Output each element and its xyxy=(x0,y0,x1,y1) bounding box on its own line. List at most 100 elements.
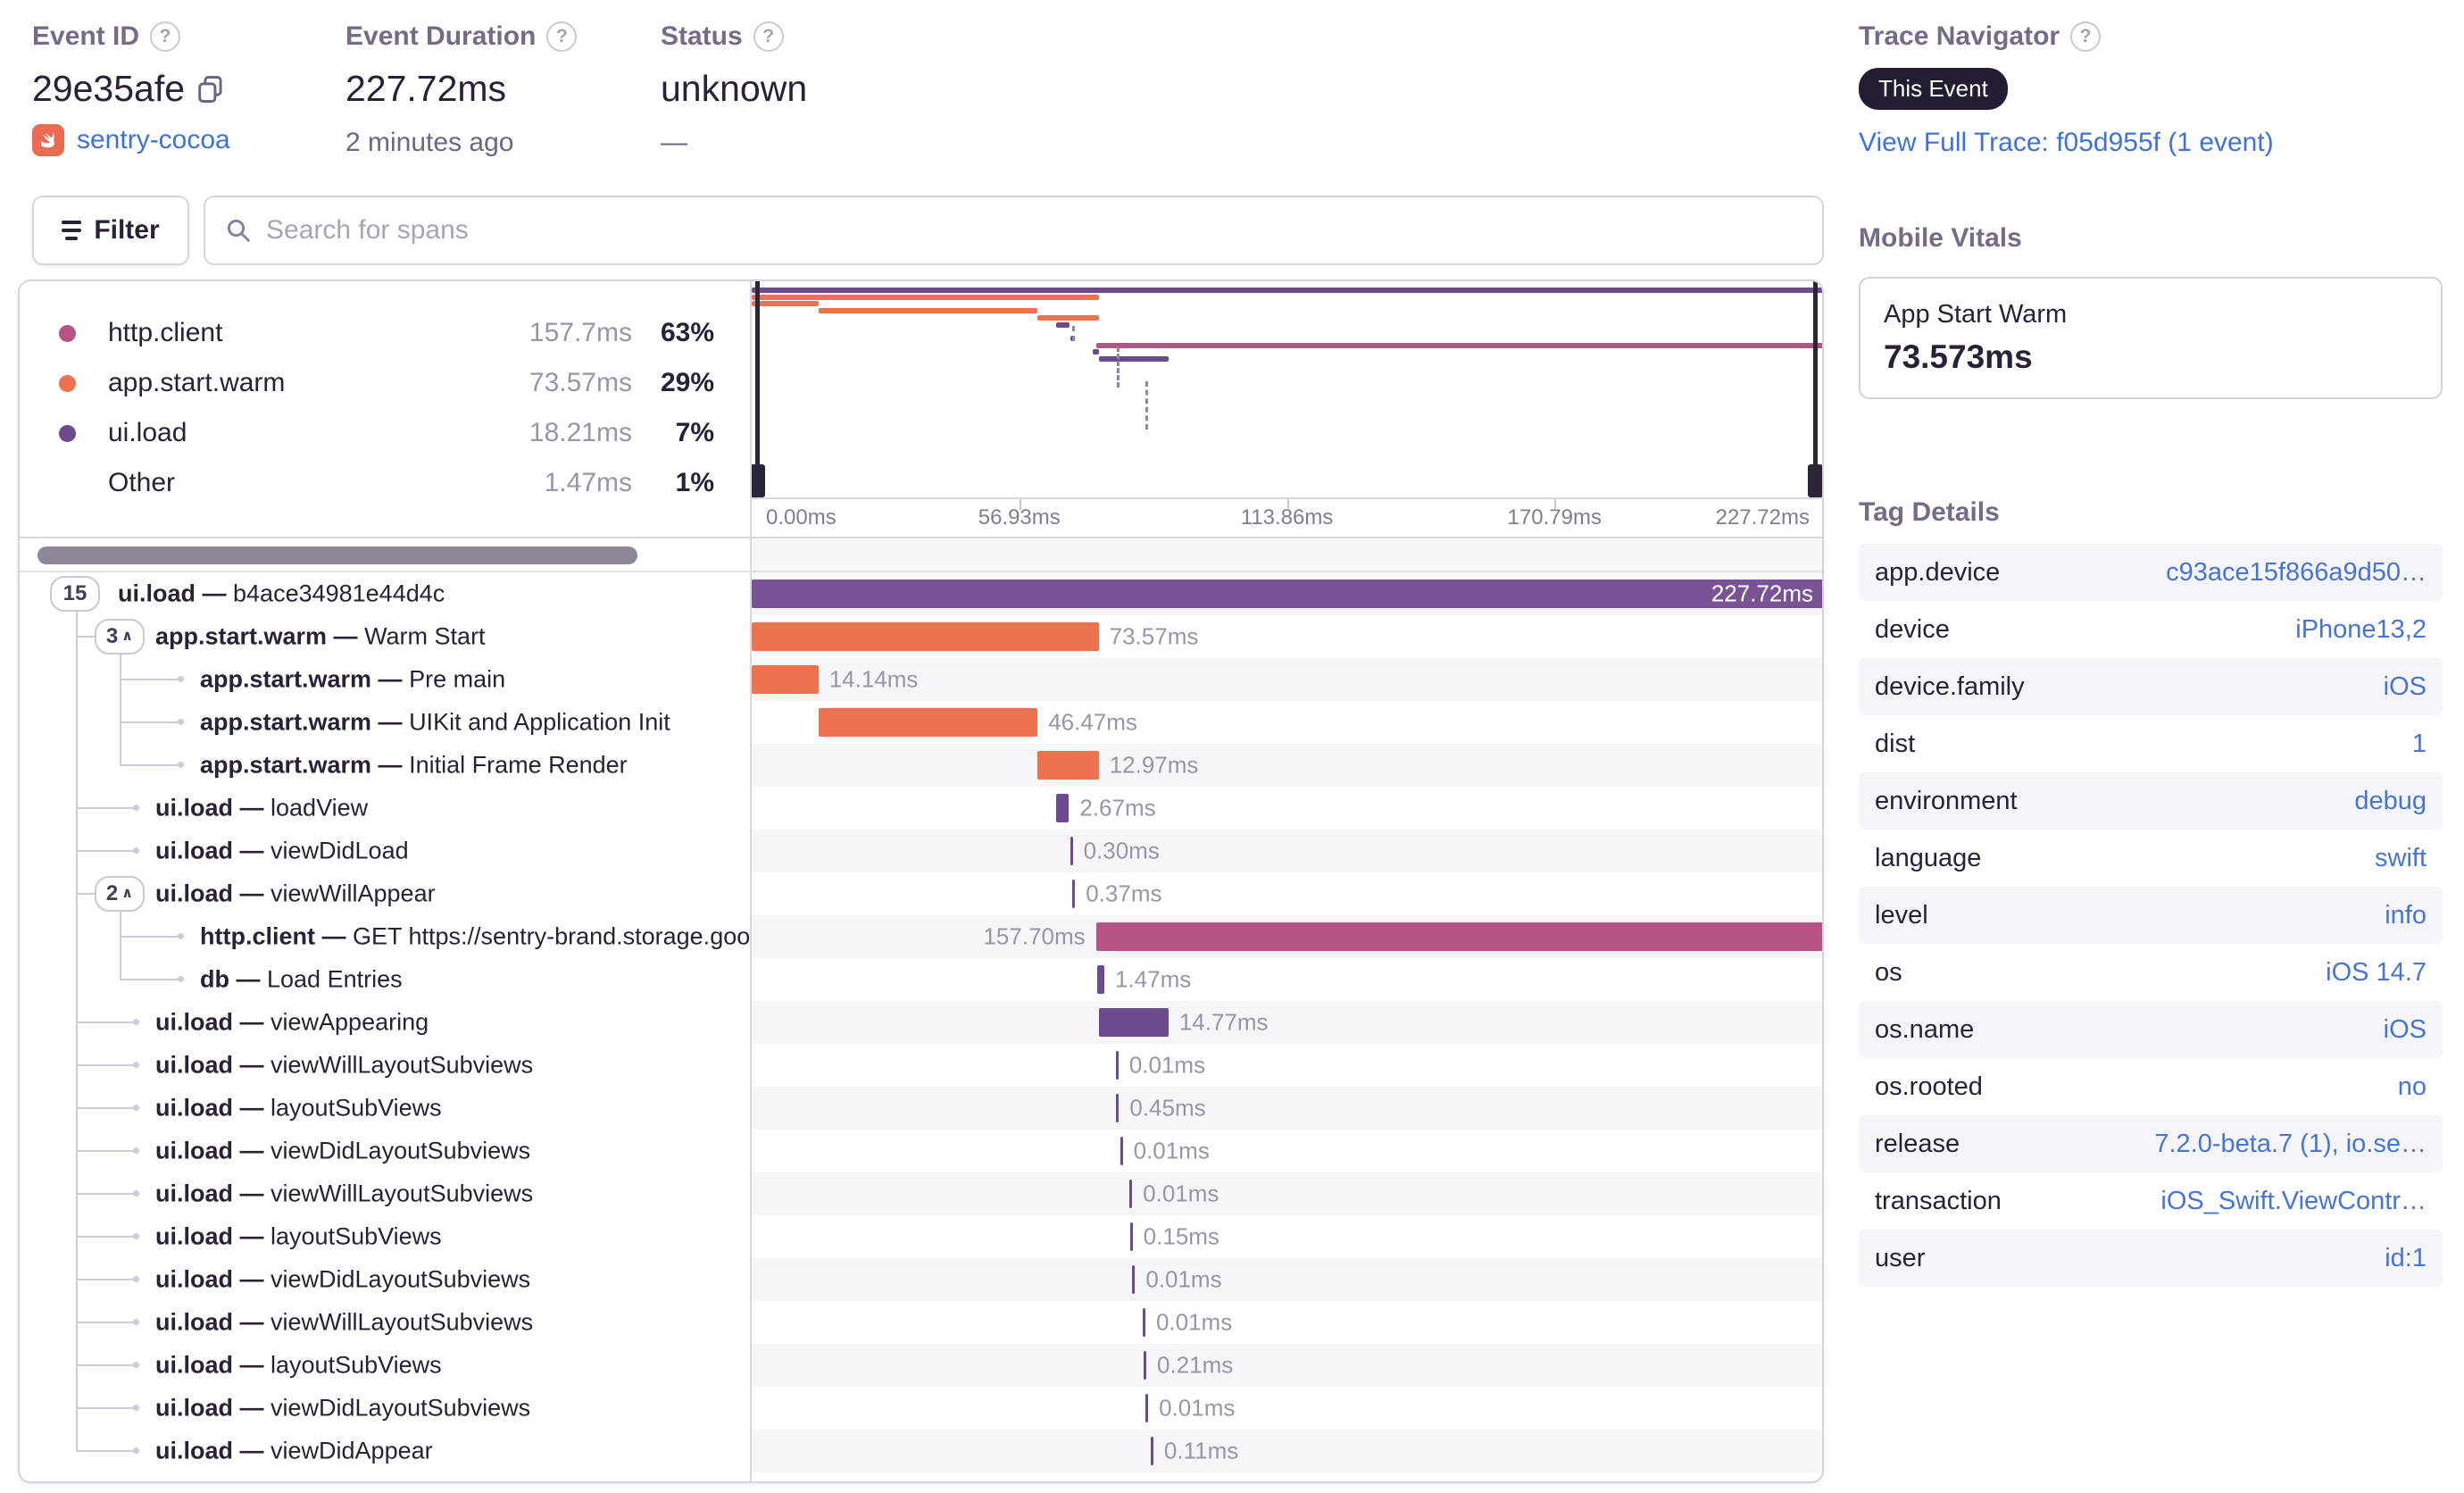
tree-connector xyxy=(76,807,136,809)
legend-item[interactable]: Other 1.47ms 1% xyxy=(59,458,714,508)
span-row[interactable]: ui.load — viewDidAppear 0.11ms xyxy=(20,1430,1822,1472)
span-duration-bar[interactable] xyxy=(1097,965,1104,994)
span-row[interactable]: ui.load — viewAppearing 14.77ms xyxy=(20,1001,1822,1044)
search-input[interactable] xyxy=(266,215,1802,246)
app-start-warm-card[interactable]: App Start Warm 73.573ms xyxy=(1859,277,2443,399)
span-duration-bar[interactable] xyxy=(1037,751,1099,780)
tag-value-link[interactable]: iOS xyxy=(2384,672,2427,702)
tree-connector xyxy=(76,1407,136,1409)
span-duration-bar[interactable] xyxy=(1129,1180,1133,1208)
span-duration-bar[interactable] xyxy=(1129,1222,1133,1251)
span-row[interactable]: app.start.warm — Pre main 14.14ms xyxy=(20,658,1822,701)
tag-value-link[interactable]: swift xyxy=(2375,844,2427,873)
span-row[interactable]: http.client — GET https://sentry-brand.s… xyxy=(20,915,1822,958)
minimap[interactable] xyxy=(752,281,1822,497)
tag-row: transaction iOS_Swift.ViewContr… xyxy=(1859,1172,2443,1230)
tree-connector-dot xyxy=(133,1233,139,1239)
event-id-label: Event ID xyxy=(32,21,140,51)
span-duration-bar[interactable] xyxy=(1120,1137,1123,1165)
tag-row: language swift xyxy=(1859,830,2443,887)
span-row[interactable]: app.start.warm — UIKit and Application I… xyxy=(20,701,1822,744)
minimap-right-grip[interactable] xyxy=(1808,464,1822,497)
filter-button[interactable]: Filter xyxy=(32,196,189,265)
legend-op: ui.load xyxy=(108,418,187,447)
tag-value-link[interactable]: debug xyxy=(2354,787,2427,816)
span-row[interactable]: ui.load — viewDidLayoutSubviews 0.01ms xyxy=(20,1130,1822,1172)
event-duration-help-icon[interactable]: ? xyxy=(546,21,578,52)
span-row[interactable]: ui.load — loadView 2.67ms xyxy=(20,787,1822,830)
span-row[interactable]: db — Load Entries 1.47ms xyxy=(20,958,1822,1001)
span-row[interactable]: ui.load — layoutSubViews 0.21ms xyxy=(20,1344,1822,1387)
tag-value-link[interactable]: no xyxy=(2398,1072,2427,1102)
tree-connector xyxy=(76,1193,136,1195)
span-duration-bar[interactable] xyxy=(1115,1051,1119,1080)
minimap-right-handle[interactable] xyxy=(1813,281,1818,494)
minimap-left-grip[interactable] xyxy=(752,464,765,497)
span-row[interactable]: ui.load — viewWillLayoutSubviews 0.01ms xyxy=(20,1172,1822,1215)
legend-item[interactable]: http.client 157.7ms 63% xyxy=(59,308,714,358)
span-row[interactable]: ui.load — viewDidLayoutSubviews 0.01ms xyxy=(20,1387,1822,1430)
span-group-toggle[interactable]: 15 xyxy=(50,576,100,612)
span-duration-bar[interactable] xyxy=(752,622,1099,651)
span-name: ui.load — viewDidLayoutSubviews xyxy=(155,1265,531,1293)
tree-connector xyxy=(76,1022,136,1023)
tree-chart-divider[interactable] xyxy=(750,281,752,1481)
span-row[interactable]: ui.load — layoutSubViews 0.45ms xyxy=(20,1087,1822,1130)
span-name: ui.load — viewDidAppear xyxy=(155,1437,433,1464)
span-row[interactable]: ui.load — viewDidLoad 0.30ms xyxy=(20,830,1822,872)
tree-connector xyxy=(76,636,95,638)
span-duration-bar[interactable] xyxy=(752,580,1822,608)
span-duration-label: 0.30ms xyxy=(1083,837,1160,864)
tag-value-link[interactable]: c93ace15f866a9d50… xyxy=(2166,558,2427,588)
tag-value-link[interactable]: iOS 14.7 xyxy=(2326,958,2427,988)
span-duration-bar[interactable] xyxy=(1095,922,1822,951)
span-group-toggle[interactable]: 3 ∧ xyxy=(95,619,145,655)
status-help-icon[interactable]: ? xyxy=(753,21,784,52)
span-tree-cell: app.start.warm — UIKit and Application I… xyxy=(20,701,750,744)
span-group-toggle[interactable]: 2 ∧ xyxy=(95,876,145,912)
span-name: ui.load — viewDidLayoutSubviews xyxy=(155,1137,531,1164)
tree-connector xyxy=(120,679,180,680)
span-name: app.start.warm — UIKit and Application I… xyxy=(200,708,670,736)
span-duration-bar[interactable] xyxy=(1098,1008,1169,1037)
tag-value-link[interactable]: 7.2.0-beta.7 (1), io.se… xyxy=(2154,1130,2427,1159)
span-row[interactable]: 3 ∧ app.start.warm — Warm Start 73.57ms xyxy=(20,615,1822,658)
project-link[interactable]: sentry-cocoa xyxy=(77,125,230,155)
span-duration-bar[interactable] xyxy=(1070,837,1073,865)
span-duration-bar[interactable] xyxy=(1145,1394,1149,1422)
copy-icon[interactable] xyxy=(197,75,224,104)
event-id-help-icon[interactable]: ? xyxy=(150,21,181,52)
minimap-span-bar xyxy=(752,301,819,307)
span-row[interactable]: ui.load — viewWillLayoutSubviews 0.01ms xyxy=(20,1301,1822,1344)
span-row[interactable]: 2 ∧ ui.load — viewWillAppear 0.37ms xyxy=(20,872,1822,915)
span-duration-bar[interactable] xyxy=(752,665,819,694)
tag-value-link[interactable]: id:1 xyxy=(2385,1244,2427,1273)
horizontal-scrollbar[interactable] xyxy=(37,546,637,564)
tag-row: dist 1 xyxy=(1859,715,2443,772)
span-duration-label: 1.47ms xyxy=(1114,965,1192,993)
span-duration-bar[interactable] xyxy=(818,708,1038,737)
tag-value-link[interactable]: iOS_Swift.ViewContr… xyxy=(2160,1187,2427,1216)
tag-value-link[interactable]: iPhone13,2 xyxy=(2295,615,2427,645)
span-duration-bar[interactable] xyxy=(1132,1265,1136,1294)
legend-item[interactable]: app.start.warm 73.57ms 29% xyxy=(59,358,714,408)
span-row[interactable]: ui.load — viewWillLayoutSubviews 0.01ms xyxy=(20,1044,1822,1087)
span-duration-bar[interactable] xyxy=(1072,880,1076,908)
minimap-left-handle[interactable] xyxy=(755,281,760,494)
span-duration-bar[interactable] xyxy=(1116,1094,1120,1122)
span-duration-bar[interactable] xyxy=(1144,1351,1146,1380)
span-row[interactable]: app.start.warm — Initial Frame Render 12.… xyxy=(20,744,1822,787)
tag-key: transaction xyxy=(1875,1186,2002,1215)
span-duration-label: 0.21ms xyxy=(1157,1351,1234,1379)
span-duration-bar[interactable] xyxy=(1142,1308,1145,1337)
tag-value-link[interactable]: iOS xyxy=(2384,1015,2427,1045)
span-bar-cell: 0.01ms xyxy=(752,1301,1822,1344)
tag-value-link[interactable]: 1 xyxy=(2412,730,2427,759)
tag-value-link[interactable]: info xyxy=(2385,901,2427,930)
span-duration-bar[interactable] xyxy=(1150,1437,1153,1465)
span-row[interactable]: ui.load — layoutSubViews 0.15ms xyxy=(20,1215,1822,1258)
span-duration-bar[interactable] xyxy=(1056,794,1070,822)
legend-item[interactable]: ui.load 18.21ms 7% xyxy=(59,408,714,458)
span-row[interactable]: 15 ui.load — b4ace34981e44d4c 227.72ms xyxy=(20,572,1822,615)
span-row[interactable]: ui.load — viewDidLayoutSubviews 0.01ms xyxy=(20,1258,1822,1301)
